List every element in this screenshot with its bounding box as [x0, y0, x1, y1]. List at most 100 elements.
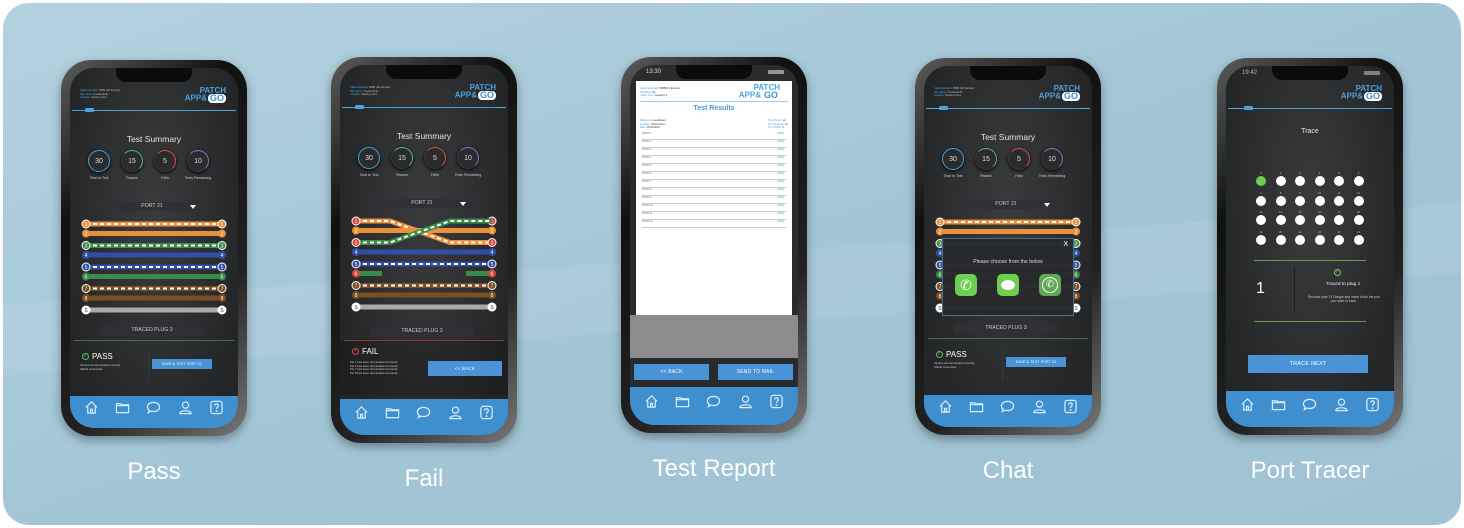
home-icon [355, 406, 368, 419]
port-dropdown[interactable]: PORT 21 [370, 199, 474, 208]
speech-bubble-icon [1001, 280, 1015, 290]
port-dot-11[interactable] [1334, 195, 1344, 206]
port-dot-3[interactable] [1295, 176, 1305, 186]
nav-help-button[interactable] [769, 394, 784, 414]
phone-handset-icon: ✆ [960, 276, 972, 293]
home-icon [645, 395, 658, 408]
save-and-test-button[interactable]: SAVE & TEST PORT 22 [152, 359, 212, 369]
svg-text:2: 2 [355, 228, 358, 234]
header-line [926, 108, 1090, 109]
back-button[interactable]: << BACK [428, 361, 502, 376]
port-dot-7[interactable] [1256, 195, 1266, 206]
status-icons [768, 70, 784, 74]
port-dot-4[interactable] [1314, 176, 1325, 186]
nav-home-button[interactable] [1240, 397, 1255, 417]
port-dot-21[interactable] [1295, 234, 1305, 245]
nav-folder-button[interactable] [1271, 397, 1286, 417]
port-dot-24[interactable] [1353, 234, 1364, 245]
port-dot-16[interactable] [1314, 215, 1325, 225]
nav-folder-button[interactable] [675, 394, 690, 414]
wire-8: 88 [82, 294, 226, 302]
nav-help-button[interactable] [479, 405, 494, 425]
svg-text:7: 7 [1075, 284, 1078, 290]
result-status: × FAIL [352, 347, 378, 356]
port-dropdown[interactable]: PORT 21 [100, 202, 204, 211]
port-dot-6[interactable] [1353, 176, 1364, 186]
port-dot-9[interactable] [1295, 195, 1305, 206]
port-dot-2[interactable] [1275, 176, 1286, 186]
nav-help-button[interactable] [1365, 397, 1380, 417]
port-number: 4 [1318, 171, 1321, 175]
port-dot-10[interactable] [1314, 195, 1325, 206]
logo-line2-text: APP& [184, 93, 207, 103]
nav-user-button[interactable] [738, 394, 753, 414]
port-dot-8[interactable] [1275, 195, 1286, 206]
nav-folder-button[interactable] [115, 400, 130, 420]
whatsapp-app-icon[interactable]: ✆ [1039, 274, 1061, 296]
site-label: Date: [640, 126, 647, 130]
port-dot-17[interactable] [1334, 215, 1344, 225]
trace-divider-top [1254, 260, 1366, 261]
port-number: 19 [1259, 229, 1263, 234]
nav-user-button[interactable] [448, 405, 463, 425]
report-row: PORT 6 PASS [642, 172, 786, 180]
nav-home-button[interactable] [84, 400, 99, 420]
send-to-mail-button[interactable]: SEND TO MAIL [718, 364, 793, 380]
port-result: PASS [777, 220, 784, 223]
port-dot-19[interactable] [1256, 234, 1266, 245]
nav-help-button[interactable] [1063, 399, 1078, 419]
port-dot-18[interactable] [1353, 215, 1364, 225]
messages-app-icon[interactable] [997, 274, 1019, 296]
nav-chat-button[interactable] [1000, 399, 1015, 419]
traced-check-icon: ✓ [1334, 269, 1341, 276]
nav-chat-button[interactable] [416, 405, 431, 425]
logo-go: GO [477, 90, 496, 100]
port-label: PORT 21 [411, 200, 433, 206]
trace-title: Trace [1301, 128, 1319, 135]
nav-chat-button[interactable] [146, 400, 161, 420]
nav-user-button[interactable] [1032, 399, 1047, 419]
nav-folder-button[interactable] [969, 399, 984, 419]
nav-user-button[interactable] [178, 400, 193, 420]
trace-next-button[interactable]: TRACE NEXT [1248, 355, 1368, 373]
nav-home-button[interactable] [644, 394, 659, 414]
detail-line: Pin 8 has been terminated incorrectly [350, 371, 398, 376]
close-button[interactable]: X [1063, 241, 1068, 248]
screen: Cable standard: 568B (UK Europe) Site nam… [924, 66, 1092, 427]
notch [386, 65, 462, 79]
svg-text:8: 8 [221, 296, 224, 302]
header-progress-marker [355, 105, 364, 109]
divider [928, 338, 1088, 339]
port-dot-15[interactable] [1295, 215, 1305, 225]
port-dropdown[interactable]: PORT 21 [954, 200, 1058, 209]
port-name: PORT 8 [642, 188, 652, 191]
nav-chat-button[interactable] [1302, 397, 1317, 417]
port-name: PORT 12 [642, 220, 653, 223]
port-dot-23[interactable] [1334, 234, 1344, 245]
phone-app-icon[interactable]: ✆ [955, 274, 977, 296]
svg-text:5: 5 [85, 265, 88, 271]
port-dot-22[interactable] [1314, 234, 1325, 245]
whatsapp-logo-icon: ✆ [1042, 277, 1058, 293]
site-label: Sitename: [640, 119, 652, 122]
nav-user-button[interactable] [1334, 397, 1349, 417]
port-number: 1 [1260, 171, 1262, 175]
nav-help-button[interactable] [209, 400, 224, 420]
nav-folder-button[interactable] [385, 405, 400, 425]
port-dot-1[interactable] [1256, 176, 1266, 186]
status-time: 19:42 [1242, 70, 1258, 76]
nav-home-button[interactable] [354, 405, 369, 425]
nav-chat-button[interactable] [706, 394, 721, 414]
save-and-test-button[interactable]: SAVE & TEST PORT 22 [1006, 357, 1066, 367]
screen: 19:42 PATCH APP& GO Trace 1 2 3 4 5 6 7 8 9 10 11 12 13 14… [1226, 66, 1394, 427]
back-button[interactable]: << BACK [634, 364, 709, 380]
notch [1272, 66, 1348, 80]
port-dot-12[interactable] [1353, 195, 1364, 206]
port-dot-13[interactable] [1256, 215, 1266, 225]
port-dot-5[interactable] [1334, 176, 1344, 186]
port-number: 18 [1356, 210, 1361, 214]
port-dot-14[interactable] [1275, 215, 1286, 225]
port-dot-20[interactable] [1275, 234, 1286, 245]
stat-label: Tests Remaining [1038, 174, 1066, 178]
nav-home-button[interactable] [938, 399, 953, 419]
